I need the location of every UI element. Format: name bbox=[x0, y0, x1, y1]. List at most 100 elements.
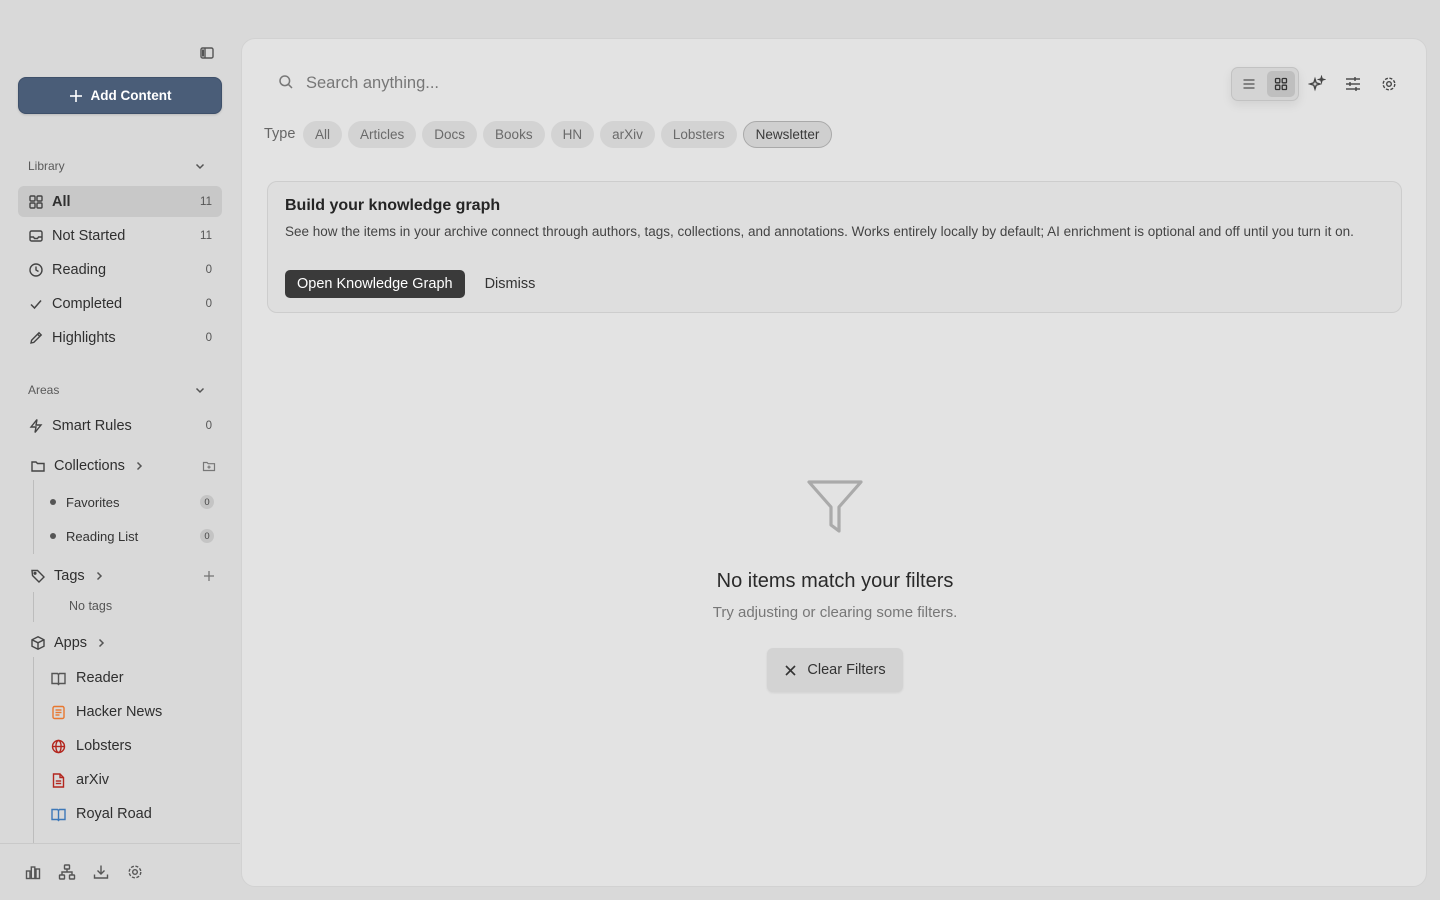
library-item-count: 0 bbox=[205, 297, 212, 310]
check-icon bbox=[30, 299, 42, 309]
tag-icon bbox=[31, 569, 45, 583]
collections-group[interactable]: Collections bbox=[30, 454, 216, 478]
library-item-completed[interactable]: Completed 0 bbox=[18, 288, 222, 319]
apps-label: Apps bbox=[54, 635, 88, 651]
book-icon bbox=[51, 672, 66, 685]
new-folder-icon[interactable] bbox=[202, 459, 216, 473]
chevron-right-icon bbox=[136, 461, 142, 471]
sidebar-collapse-icon[interactable] bbox=[198, 44, 216, 62]
apps-tree-line bbox=[33, 657, 34, 843]
download-icon[interactable] bbox=[92, 863, 110, 881]
chip-articles[interactable]: Articles bbox=[348, 121, 417, 148]
plus-icon bbox=[69, 89, 82, 102]
add-tag-icon[interactable] bbox=[202, 569, 216, 583]
banner-title: Build your knowledge graph bbox=[285, 197, 501, 214]
library-item-not-started[interactable]: Not Started 11 bbox=[18, 220, 222, 251]
app-item-arxiv[interactable]: arXiv bbox=[50, 767, 220, 793]
grid-icon bbox=[1274, 77, 1288, 91]
add-content-button[interactable]: Add Content bbox=[18, 77, 222, 114]
collections-tree-line bbox=[33, 480, 34, 554]
package-icon bbox=[31, 636, 45, 650]
app-item-label: Hacker News bbox=[76, 704, 163, 720]
apps-group[interactable]: Apps bbox=[30, 631, 216, 655]
grid-icon bbox=[29, 194, 43, 209]
close-icon bbox=[785, 664, 796, 676]
smart-rules-count: 0 bbox=[205, 419, 212, 432]
library-section-header[interactable]: Library bbox=[28, 157, 206, 175]
document-icon bbox=[52, 772, 65, 788]
hacker-news-icon bbox=[52, 705, 65, 719]
smart-rules-label: Smart Rules bbox=[52, 417, 132, 434]
library-item-label: All bbox=[52, 193, 71, 210]
lightning-icon bbox=[29, 418, 43, 433]
clear-filters-label: Clear Filters bbox=[807, 662, 886, 678]
library-item-label: Highlights bbox=[52, 329, 116, 346]
tags-label: Tags bbox=[54, 568, 85, 584]
library-item-reading[interactable]: Reading 0 bbox=[18, 254, 222, 285]
chip-docs[interactable]: Docs bbox=[422, 121, 478, 148]
smart-rules-item[interactable]: Smart Rules 0 bbox=[18, 410, 222, 441]
chevron-down-icon bbox=[195, 387, 205, 394]
book-icon bbox=[51, 808, 66, 821]
library-item-label: Completed bbox=[52, 295, 123, 312]
library-item-count: 11 bbox=[200, 195, 212, 208]
chevron-down-icon bbox=[195, 163, 205, 170]
library-item-label: Reading bbox=[52, 261, 107, 278]
library-item-all[interactable]: All 11 bbox=[18, 186, 222, 217]
areas-heading: Areas bbox=[28, 383, 60, 397]
chip-lobsters[interactable]: Lobsters bbox=[660, 121, 737, 148]
add-content-label: Add Content bbox=[90, 88, 172, 103]
bullet-icon bbox=[50, 499, 56, 505]
library-item-label: Not Started bbox=[52, 227, 126, 244]
chip-all[interactable]: All bbox=[303, 121, 343, 148]
app-item-label: Royal Road bbox=[76, 806, 152, 822]
dismiss-button[interactable]: Dismiss bbox=[485, 276, 536, 292]
filters-icon[interactable] bbox=[1344, 75, 1362, 93]
chip-hn[interactable]: HN bbox=[550, 121, 595, 148]
chip-arxiv[interactable]: arXiv bbox=[600, 121, 655, 148]
app-item-royal-road[interactable]: Royal Road bbox=[50, 801, 220, 827]
areas-section-header[interactable]: Areas bbox=[28, 381, 206, 399]
settings-icon[interactable] bbox=[126, 863, 144, 881]
pencil-icon bbox=[30, 331, 43, 344]
banner-actions: Open Knowledge Graph Dismiss bbox=[285, 270, 535, 298]
sparkles-icon[interactable] bbox=[1308, 75, 1326, 93]
type-filter-chips: All Articles Docs Books HN arXiv Lobster… bbox=[303, 121, 833, 148]
list-icon bbox=[1243, 79, 1255, 89]
collection-item-label: Reading List bbox=[66, 528, 139, 544]
search-input[interactable] bbox=[306, 69, 806, 97]
app-item-lobsters[interactable]: Lobsters bbox=[50, 733, 220, 759]
collection-item-favorites[interactable]: Favorites 0 bbox=[50, 489, 220, 515]
graph-icon[interactable] bbox=[58, 863, 76, 881]
globe-icon bbox=[51, 739, 66, 753]
empty-state: No items match your filters Try adjustin… bbox=[242, 476, 1428, 692]
sidebar: Add Content Library All 11 Not Started 1… bbox=[0, 0, 240, 900]
chip-newsletter[interactable]: Newsletter bbox=[742, 121, 833, 148]
library-item-highlights[interactable]: Highlights 0 bbox=[18, 322, 222, 353]
view-toggle bbox=[1231, 67, 1299, 101]
empty-state-subtitle: Try adjusting or clearing some filters. bbox=[712, 604, 958, 621]
clear-filters-button[interactable]: Clear Filters bbox=[767, 648, 903, 692]
list-view-button[interactable] bbox=[1235, 71, 1263, 97]
settings-icon[interactable] bbox=[1380, 75, 1398, 93]
collection-item-count: 0 bbox=[200, 495, 214, 509]
grid-view-button[interactable] bbox=[1267, 71, 1295, 97]
library-item-count: 0 bbox=[205, 331, 212, 344]
app-item-label: Reader bbox=[76, 670, 124, 686]
tags-group[interactable]: Tags bbox=[30, 564, 216, 588]
open-knowledge-graph-button[interactable]: Open Knowledge Graph bbox=[285, 270, 465, 298]
app-item-label: Lobsters bbox=[76, 738, 132, 754]
library-heading: Library bbox=[28, 159, 65, 173]
chevron-right-icon bbox=[96, 571, 102, 581]
folder-icon bbox=[31, 461, 45, 472]
no-tags-text: No tags bbox=[69, 599, 113, 613]
chip-books[interactable]: Books bbox=[483, 121, 545, 148]
clock-icon bbox=[29, 262, 43, 277]
collection-item-reading-list[interactable]: Reading List 0 bbox=[50, 523, 220, 549]
stats-icon[interactable] bbox=[24, 863, 42, 881]
app-item-hacker-news[interactable]: Hacker News bbox=[50, 699, 220, 725]
inbox-icon bbox=[29, 229, 43, 242]
type-filter-label: Type bbox=[264, 126, 296, 142]
tags-tree-line bbox=[33, 592, 34, 622]
app-item-reader[interactable]: Reader bbox=[50, 665, 220, 691]
